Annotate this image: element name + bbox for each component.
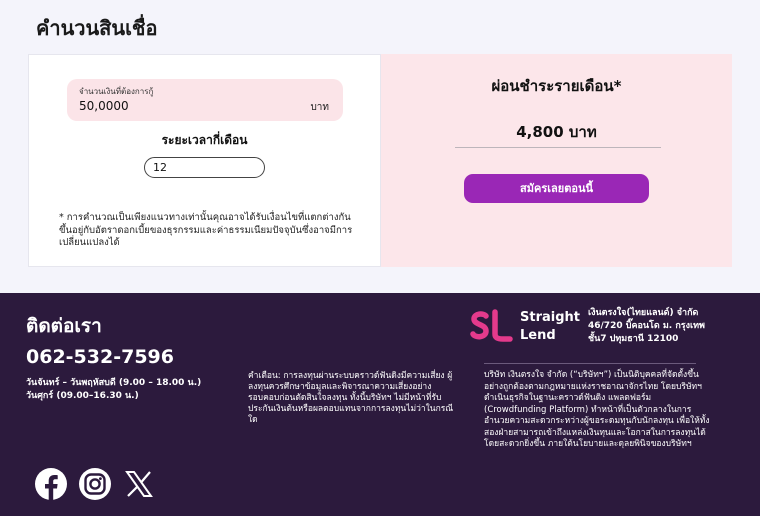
address-line2: ชั้น7 ปทุมธานี 12100	[588, 334, 679, 344]
company-address: เงินตรงใจ(ไทยแลนด์) จำกัด 46/720 บิ๊คอนโ…	[588, 307, 705, 346]
straightlend-logo-icon	[470, 309, 514, 343]
facebook-icon[interactable]	[34, 467, 68, 501]
result-divider	[455, 147, 661, 148]
instagram-icon[interactable]	[78, 467, 112, 501]
monthly-payment-title: ผ่อนชำระรายเดือน*	[491, 77, 622, 95]
brand-name-line2: Lend	[520, 328, 556, 343]
brand-name: Straight Lend	[520, 309, 580, 345]
office-hours-weekday: วันจันทร์ – วันพฤหัสบดี (9.00 – 18.00 น.…	[26, 378, 202, 388]
brand-name-line1: Straight	[520, 310, 580, 325]
office-hours: วันจันทร์ – วันพฤหัสบดี (9.00 – 18.00 น.…	[26, 377, 201, 403]
investment-warning: คำเตือน: การลงทุนผ่านระบบคราวด์ฟันดิงมีค…	[248, 371, 454, 425]
company-description: บริษัท เงินตรงใจ จำกัด (“บริษัทฯ”) เป็นน…	[484, 370, 710, 449]
loan-amount-label: จำนวนเงินที่ต้องการกู้	[79, 87, 154, 96]
calculator-result-panel: ผ่อนชำระรายเดือน* 4,800 บาท สมัครเลยตอนน…	[381, 54, 732, 267]
loan-term-input[interactable]: 12	[144, 157, 265, 178]
loan-amount-unit: บาท	[310, 102, 329, 113]
apply-now-button[interactable]: สมัครเลยตอนนี้	[464, 174, 649, 203]
calculator-input-panel: จำนวนเงินที่ต้องการกู้ 50,0000 บาท ระยะเ…	[28, 54, 381, 267]
footer: ติดต่อเรา 062-532-7596 วันจันทร์ – วันพฤ…	[0, 293, 760, 516]
loan-amount-field[interactable]: จำนวนเงินที่ต้องการกู้ 50,0000 บาท	[67, 79, 343, 121]
x-icon[interactable]	[122, 467, 156, 501]
page-title: คำนวนสินเชื่อ	[36, 16, 158, 40]
calculation-disclaimer: * การคำนวณเป็นเพียงแนวทางเท่านั้นคุณอาจไ…	[59, 212, 353, 248]
address-line1: 46/720 บิ๊คอนโด ม. กรุงเทพ	[588, 321, 705, 331]
monthly-payment-value: 4,800 บาท	[516, 123, 597, 141]
footer-divider	[484, 363, 696, 364]
loan-term-label: ระยะเวลากี่เดือน	[161, 133, 248, 147]
loan-amount-value[interactable]: 50,0000	[79, 99, 129, 113]
contact-phone[interactable]: 062-532-7596	[26, 346, 174, 368]
office-hours-friday: วันศุกร์ (09.00–16.30 น.)	[26, 391, 139, 401]
contact-title: ติดต่อเรา	[26, 315, 102, 337]
company-name: เงินตรงใจ(ไทยแลนด์) จำกัด	[588, 308, 699, 318]
